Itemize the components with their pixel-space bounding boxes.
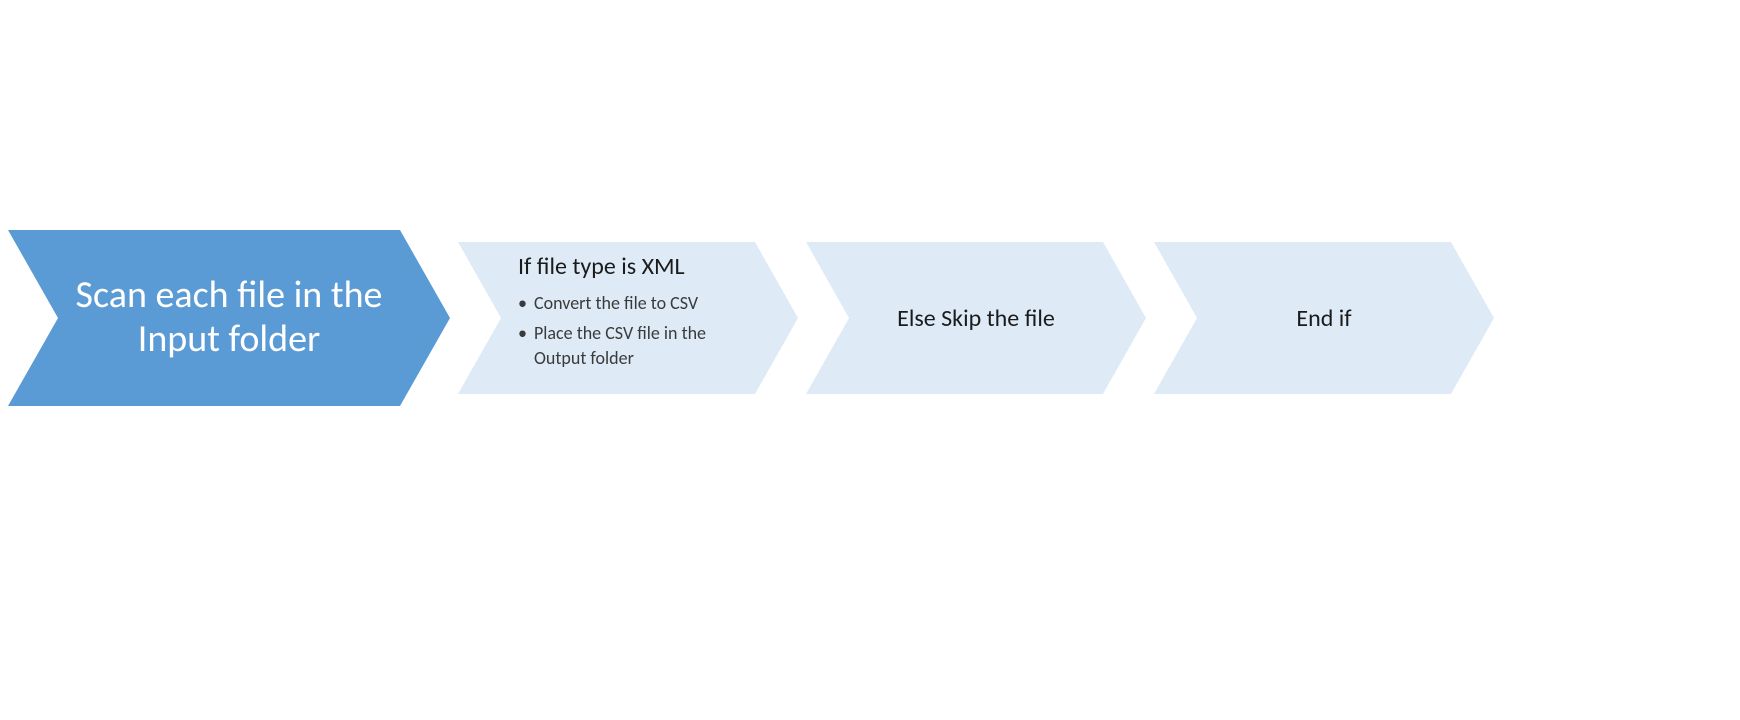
step-else-skip: Else Skip the file bbox=[806, 242, 1146, 394]
step-if-xml-title: If file type is XML bbox=[518, 252, 758, 281]
step-scan: Scan each file in the Input folder bbox=[8, 230, 450, 406]
step-else-skip-title: Else Skip the file bbox=[849, 242, 1103, 394]
step-end-if-title: End if bbox=[1197, 242, 1451, 394]
bullet-item: Convert the file to CSV bbox=[518, 291, 744, 315]
bullet-item: Place the CSV file in the Output folder bbox=[518, 321, 744, 370]
step-end-if: End if bbox=[1154, 242, 1494, 394]
step-if-xml: If file type is XML Convert the file to … bbox=[458, 242, 798, 394]
step-if-xml-bullets: Convert the file to CSV Place the CSV fi… bbox=[518, 291, 758, 370]
flow-diagram: Scan each file in the Input folder If fi… bbox=[0, 0, 1740, 720]
step-scan-title: Scan each file in the Input folder bbox=[68, 230, 390, 406]
